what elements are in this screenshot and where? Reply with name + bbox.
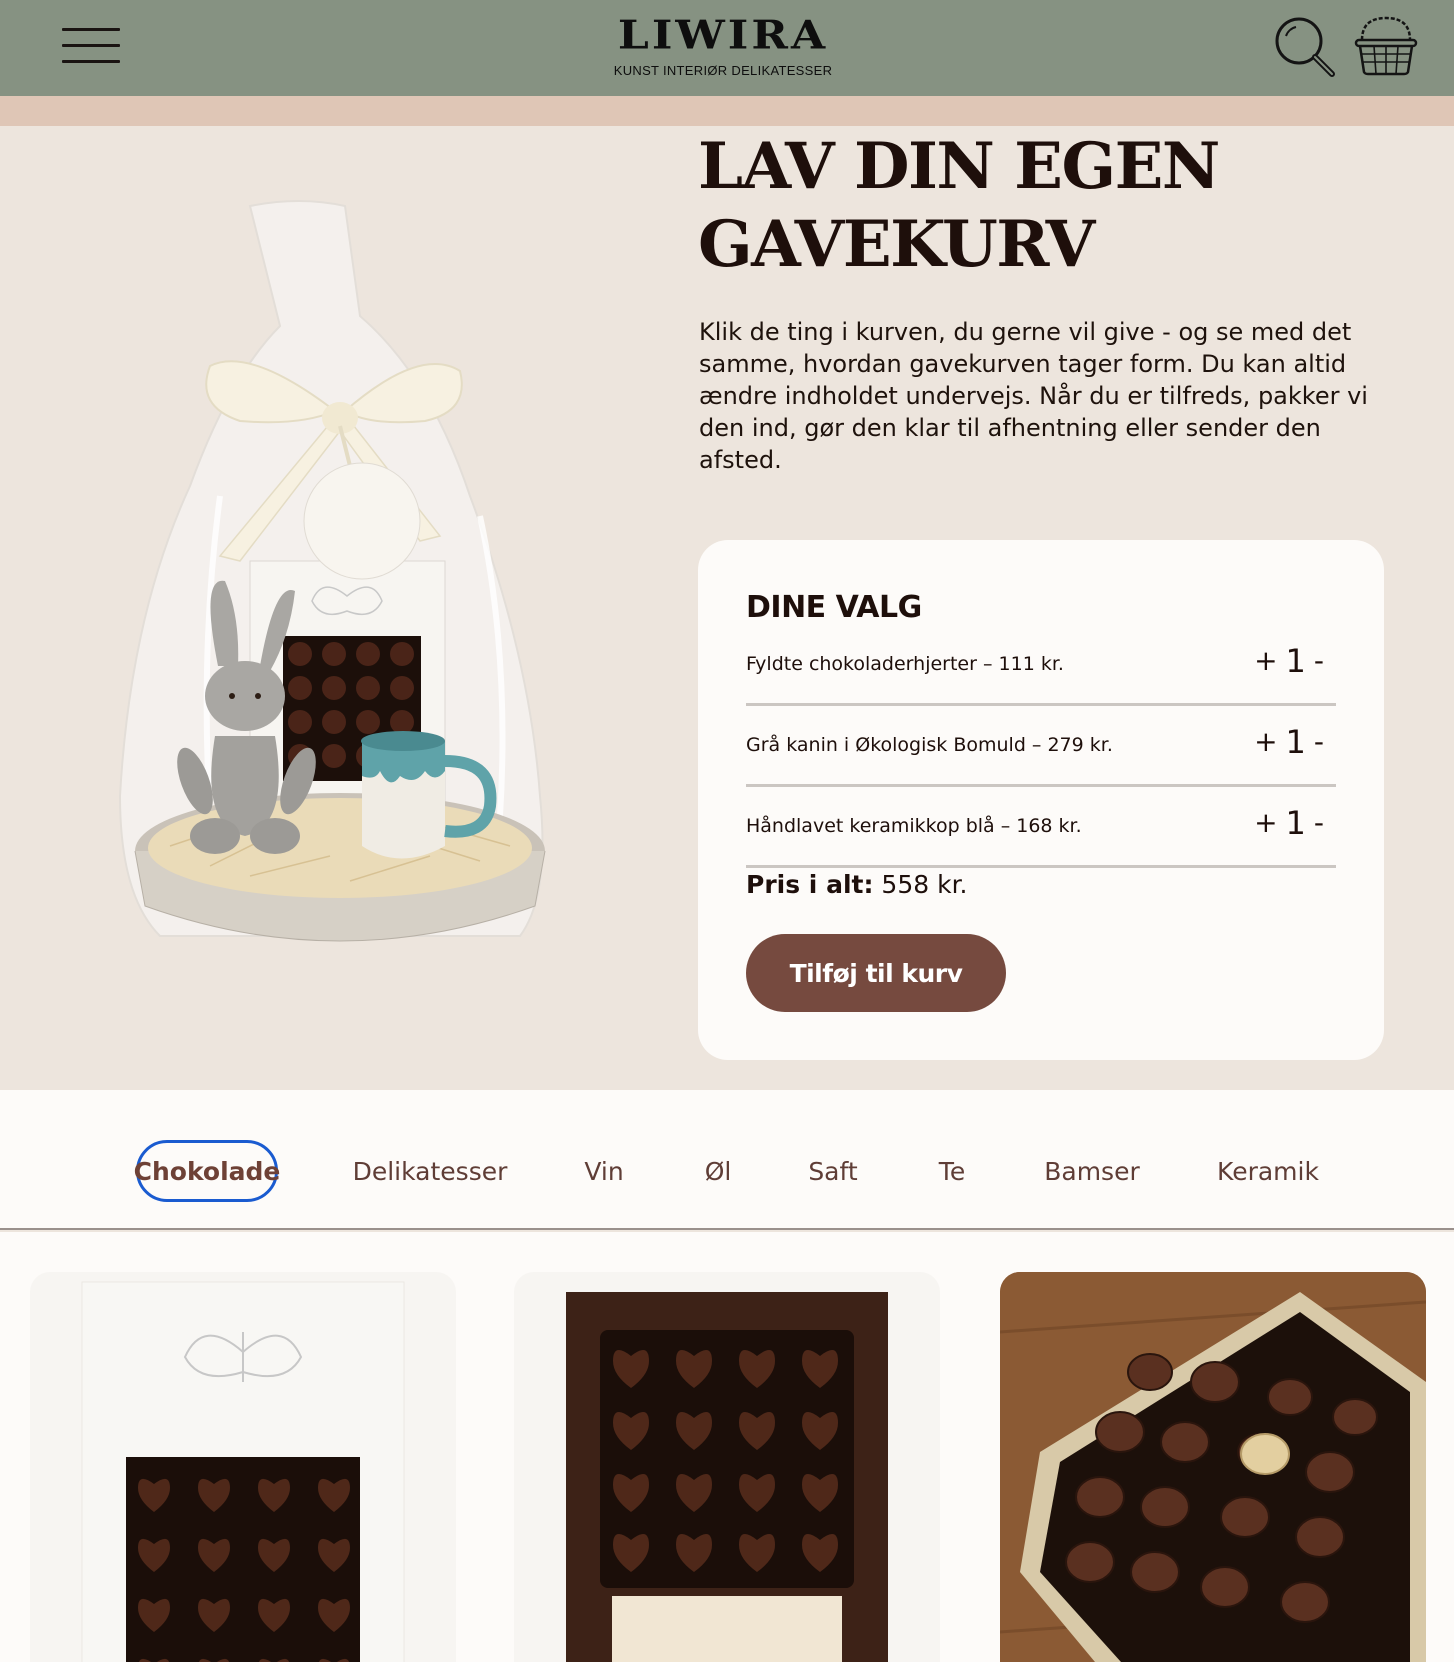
item-label: Håndlavet keramikkop blå – 168 kr.	[746, 815, 1082, 837]
selection-row: Håndlavet keramikkop blå – 168 kr. + 1 -	[746, 787, 1336, 868]
selection-panel: DINE VALG Fyldte chokoladerhjerter – 111…	[698, 540, 1384, 1060]
decrease-button[interactable]: -	[1314, 803, 1324, 843]
decrease-button[interactable]: -	[1314, 641, 1324, 681]
decrease-button[interactable]: -	[1314, 722, 1324, 762]
tab-te[interactable]: Te	[928, 1140, 976, 1202]
hamburger-menu-icon[interactable]	[62, 26, 122, 66]
item-label: Grå kanin i Økologisk Bomuld – 279 kr.	[746, 734, 1113, 756]
tab-delikatesser[interactable]: Delikatesser	[350, 1140, 510, 1202]
quantity-value: 1	[1285, 723, 1306, 761]
quantity-value: 1	[1285, 642, 1306, 680]
increase-button[interactable]: +	[1254, 641, 1277, 681]
increase-button[interactable]: +	[1254, 803, 1277, 843]
selection-title: DINE VALG	[746, 590, 922, 625]
tab-ol[interactable]: Øl	[694, 1140, 742, 1202]
assorted-chocolates-image	[1000, 1272, 1426, 1662]
tab-vin[interactable]: Vin	[574, 1140, 634, 1202]
total-value: 558 kr.	[881, 870, 968, 899]
title-line-1: LAV DIN EGEN	[698, 129, 1220, 204]
search-icon[interactable]	[1272, 14, 1338, 80]
increase-button[interactable]: +	[1254, 722, 1277, 762]
chocolate-hearts-white-box-image	[81, 1281, 405, 1662]
tab-bamser[interactable]: Bamser	[1040, 1140, 1144, 1202]
basket-icon[interactable]	[1354, 14, 1418, 78]
selection-row: Grå kanin i Økologisk Bomuld – 279 kr. +…	[746, 706, 1336, 787]
quantity-stepper: + 1 -	[1254, 722, 1324, 762]
tab-chokolade[interactable]: Chokolade	[134, 1140, 280, 1202]
quantity-stepper: + 1 -	[1254, 641, 1324, 681]
hero-description: Klik de ting i kurven, du gerne vil give…	[699, 318, 1368, 474]
selection-row: Fyldte chokoladerhjerter – 111 kr. + 1 -	[746, 625, 1336, 706]
accent-strip	[0, 96, 1454, 126]
site-header: LIWIRA KUNST INTERIØR DELIKATESSER	[0, 0, 1454, 96]
chocolate-hearts-brown-box-image	[566, 1292, 888, 1662]
total-label: Pris i alt:	[746, 870, 874, 899]
product-card[interactable]	[1000, 1272, 1426, 1662]
tab-saft[interactable]: Saft	[802, 1140, 864, 1202]
logo-wordmark: LIWIRA	[617, 12, 829, 59]
logo-tagline: KUNST INTERIØR DELIKATESSER	[613, 63, 833, 78]
product-card[interactable]	[30, 1272, 456, 1662]
add-to-cart-button[interactable]: Tilføj til kurv	[746, 934, 1006, 1012]
gift-basket-image	[100, 196, 580, 1016]
category-tabs: Chokolade Delikatesser Vin Øl Saft Te Ba…	[0, 1090, 1454, 1230]
quantity-value: 1	[1285, 804, 1306, 842]
product-grid	[0, 1232, 1454, 1662]
tab-keramik[interactable]: Keramik	[1210, 1140, 1326, 1202]
site-logo[interactable]: LIWIRA KUNST INTERIØR DELIKATESSER	[590, 10, 856, 78]
total-price: Pris i alt: 558 kr.	[746, 870, 968, 899]
item-label: Fyldte chokoladerhjerter – 111 kr.	[746, 653, 1064, 675]
quantity-stepper: + 1 -	[1254, 803, 1324, 843]
page-title: LAV DIN EGEN GAVEKURV	[698, 128, 1398, 284]
product-card[interactable]	[514, 1272, 940, 1662]
title-line-2: GAVEKURV	[698, 207, 1095, 282]
